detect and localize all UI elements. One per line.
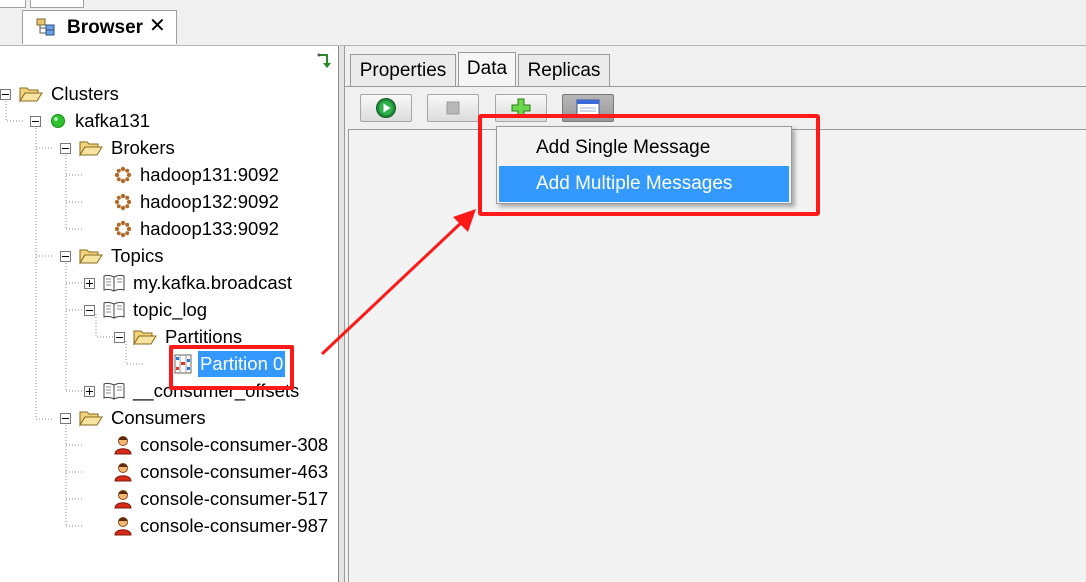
folder-open-icon — [79, 141, 103, 157]
tree-node-label: Topics — [111, 245, 164, 266]
tree-node-label: topic_log — [133, 299, 208, 320]
close-icon[interactable]: ✕ — [149, 16, 166, 36]
run-button[interactable] — [360, 94, 412, 122]
collapse-toggle[interactable] — [30, 115, 41, 127]
tree-node-label: console-consumer-517 — [140, 488, 329, 509]
folder-open-icon — [79, 411, 103, 427]
expand-toggle[interactable] — [84, 277, 95, 289]
tree-node-consumers[interactable]: Consumers — [60, 405, 208, 431]
consumer-user-icon — [114, 436, 132, 455]
cluster-tree-panel[interactable]: Clusters kafka131 Brokers hadoop131:9092… — [0, 46, 339, 582]
consumer-user-icon — [114, 517, 132, 536]
editor-tab-strip: Browser ✕ — [0, 0, 1086, 46]
stop-icon — [446, 101, 460, 115]
tree-node-label: console-consumer-308 — [140, 434, 329, 455]
topic-book-icon — [103, 301, 125, 319]
tree-node-label: kafka131 — [75, 110, 151, 131]
collapse-toggle[interactable] — [60, 250, 71, 262]
tree-node-consumer[interactable]: console-consumer-987 — [114, 513, 330, 539]
tree-node-broker[interactable]: hadoop132:9092 — [114, 189, 281, 215]
broker-gear-icon — [114, 220, 132, 238]
consumer-user-icon — [114, 463, 132, 482]
tree-node-label: console-consumer-463 — [140, 461, 329, 482]
tree-node-label: my.kafka.broadcast — [133, 272, 293, 293]
tree-node-topic[interactable]: my.kafka.broadcast — [84, 270, 294, 296]
tree-node-topics[interactable]: Topics — [60, 243, 165, 269]
annotation-box-menu — [478, 114, 820, 216]
collapse-toggle[interactable] — [84, 304, 95, 316]
play-icon — [376, 98, 396, 118]
tree-node-label: console-consumer-987 — [140, 515, 329, 536]
collapse-toggle[interactable] — [114, 331, 125, 343]
tree-node-broker[interactable]: hadoop133:9092 — [114, 216, 281, 242]
tree-node-consumer[interactable]: console-consumer-463 — [114, 459, 330, 485]
green-status-dot-icon — [51, 114, 65, 128]
tab-strip-stub — [0, 0, 26, 8]
tree-node-label: Consumers — [111, 407, 206, 428]
annotation-box-partition — [169, 345, 294, 390]
tree-node-cluster-kafka131[interactable]: kafka131 — [30, 108, 152, 134]
expand-toggle[interactable] — [84, 385, 95, 397]
tree-node-consumer[interactable]: console-consumer-517 — [114, 486, 330, 512]
consumer-user-icon — [114, 490, 132, 509]
tab-properties[interactable]: Properties — [350, 54, 456, 86]
topic-book-icon — [103, 274, 125, 292]
stop-button[interactable] — [427, 94, 479, 122]
collapse-toggle[interactable] — [60, 412, 71, 424]
tree-node-broker[interactable]: hadoop131:9092 — [114, 162, 281, 188]
collapse-toggle[interactable] — [0, 88, 11, 100]
tree-view-icon — [36, 18, 55, 36]
tree-node-brokers[interactable]: Brokers — [60, 135, 177, 161]
browser-tab-label: Browser — [67, 17, 144, 38]
tree-node-label: Brokers — [111, 137, 175, 158]
tree-node-label: hadoop132:9092 — [140, 191, 279, 212]
tree-node-label: hadoop131:9092 — [140, 164, 279, 185]
tab-data[interactable]: Data — [458, 52, 516, 86]
collapse-toggle[interactable] — [60, 142, 71, 154]
tree-node-label: hadoop133:9092 — [140, 218, 279, 239]
folder-open-icon — [133, 330, 157, 346]
topic-book-icon — [103, 382, 125, 400]
tree-node-consumer[interactable]: console-consumer-308 — [114, 432, 330, 458]
broker-gear-icon — [114, 193, 132, 211]
folder-open-icon — [79, 249, 103, 265]
browser-tab[interactable]: Browser ✕ — [22, 10, 177, 44]
broker-gear-icon — [114, 166, 132, 184]
tree-node-label: Clusters — [51, 83, 119, 104]
tree-node-topic[interactable]: topic_log — [84, 297, 209, 323]
folder-open-icon — [19, 87, 43, 103]
tab-baseline — [345, 86, 1086, 87]
tab-strip-stub — [30, 0, 84, 8]
tab-replicas[interactable]: Replicas — [518, 54, 610, 86]
tree-node-clusters[interactable]: Clusters — [0, 81, 121, 107]
